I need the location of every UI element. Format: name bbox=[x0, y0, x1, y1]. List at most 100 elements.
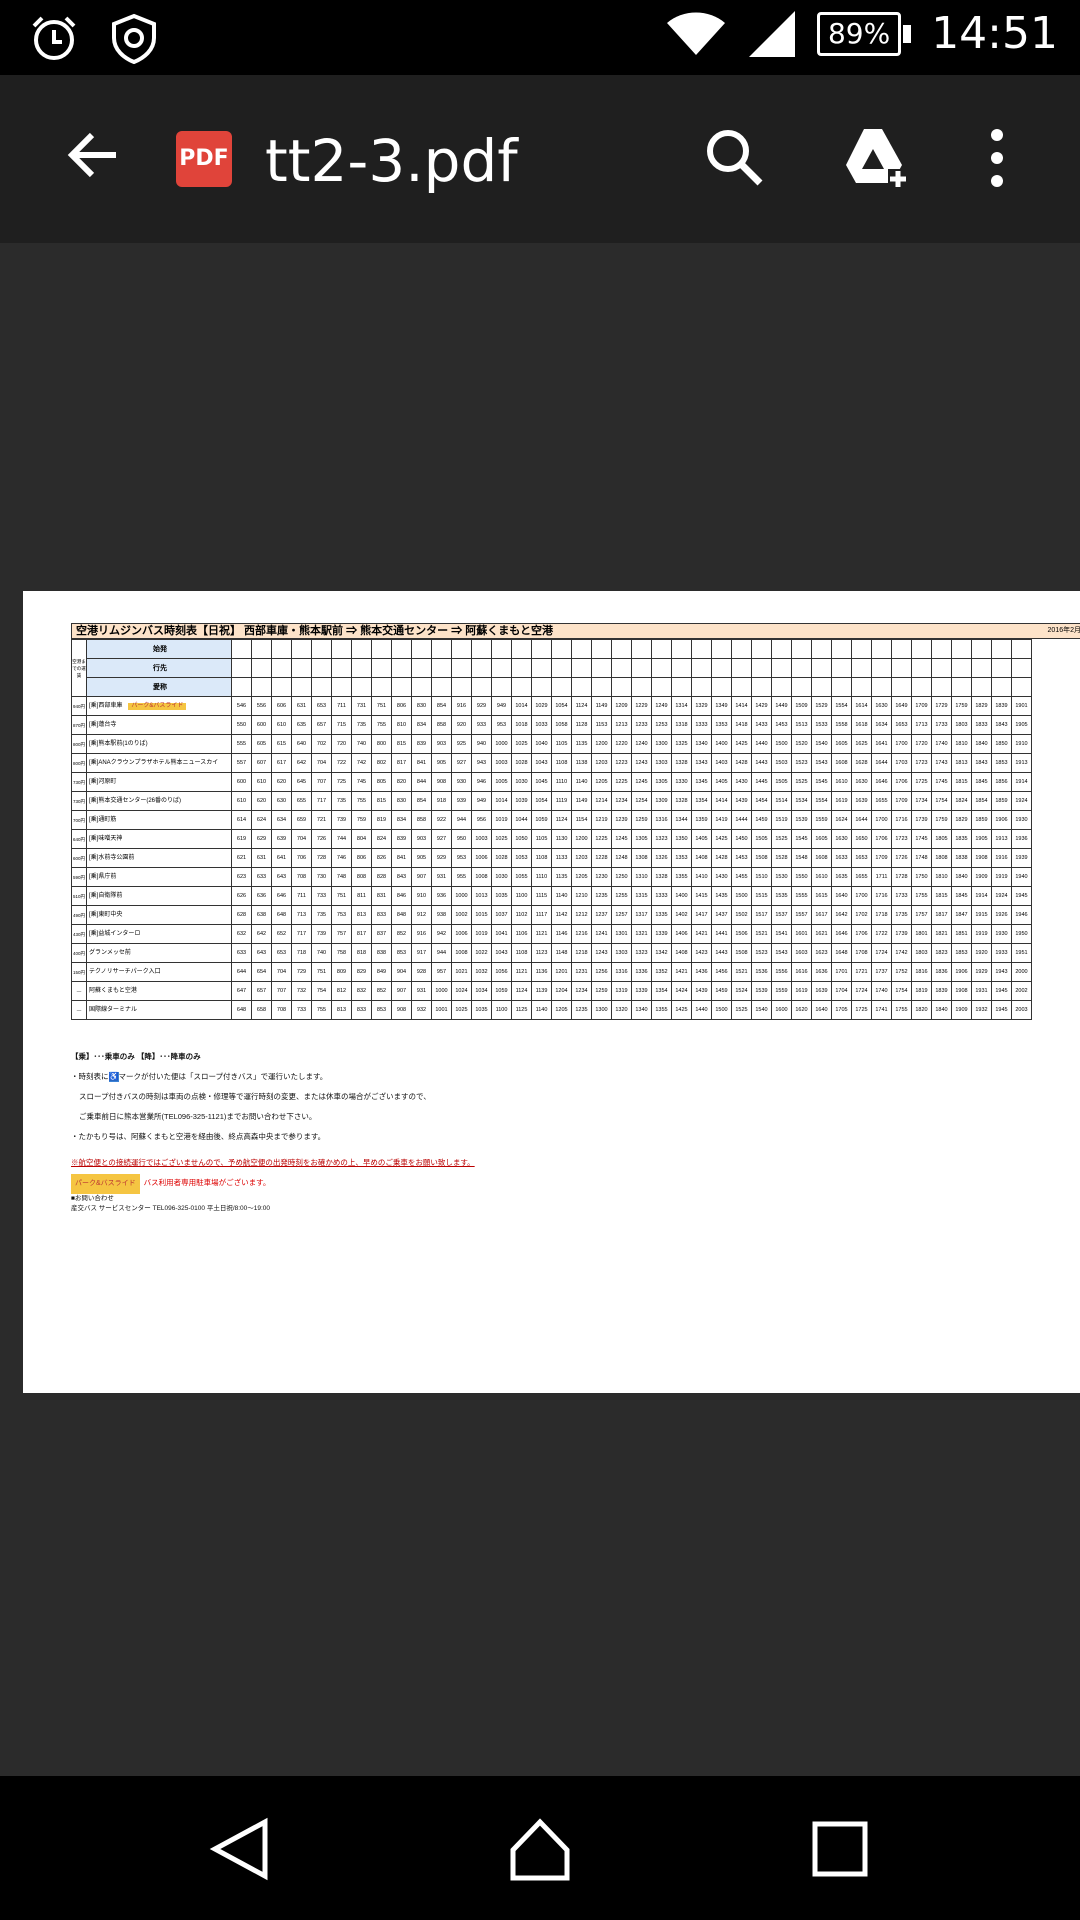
time-cell: 1318 bbox=[671, 715, 692, 735]
time-cell: 950 bbox=[451, 829, 472, 849]
time-cell: 1709 bbox=[871, 848, 892, 868]
time-cell: 1909 bbox=[971, 867, 992, 887]
time-cell: 1740 bbox=[871, 981, 892, 1001]
time-cell: 910 bbox=[411, 886, 432, 906]
time-cell: 1243 bbox=[591, 943, 612, 963]
time-cell: 655 bbox=[291, 791, 312, 811]
time-cell: 1508 bbox=[751, 848, 772, 868]
header-cell bbox=[331, 639, 352, 659]
search-icon[interactable] bbox=[700, 123, 770, 193]
recents-nav-icon[interactable] bbox=[805, 1814, 875, 1884]
time-cell: 1840 bbox=[931, 1000, 952, 1020]
time-cell: 1117 bbox=[531, 905, 552, 925]
header-cell bbox=[911, 658, 932, 678]
time-cell: 1919 bbox=[971, 924, 992, 944]
time-cell: 806 bbox=[391, 696, 412, 716]
time-cell: 740 bbox=[351, 734, 372, 754]
time-cell: 1257 bbox=[611, 905, 632, 925]
pdf-page[interactable]: 空港リムジンバス時刻表【日祝】 西部車庫・熊本駅前 ⇒ 熊本交通センター ⇒ 阿… bbox=[23, 591, 1080, 1393]
time-cell: 1509 bbox=[791, 696, 812, 716]
time-cell: 1701 bbox=[831, 962, 852, 982]
time-cell: 626 bbox=[231, 886, 252, 906]
time-cell: 1724 bbox=[871, 943, 892, 963]
time-cell: 733 bbox=[311, 886, 332, 906]
time-cell: 817 bbox=[391, 753, 412, 773]
header-cell bbox=[451, 677, 472, 697]
time-cell: 1545 bbox=[791, 829, 812, 849]
time-cell: 1000 bbox=[431, 981, 452, 1001]
stop-name: [乗]蓮台寺 bbox=[86, 715, 232, 735]
time-cell: 642 bbox=[251, 924, 272, 944]
time-cell: 1328 bbox=[671, 753, 692, 773]
time-cell: 830 bbox=[411, 696, 432, 716]
time-cell: 815 bbox=[371, 791, 392, 811]
time-cell: 1733 bbox=[931, 715, 952, 735]
time-cell: 1523 bbox=[751, 943, 772, 963]
time-cell: 1523 bbox=[791, 753, 812, 773]
time-cell: 1929 bbox=[971, 962, 992, 982]
time-cell: 1008 bbox=[471, 867, 492, 887]
time-cell: 853 bbox=[371, 1000, 392, 1020]
time-cell: 1815 bbox=[931, 886, 952, 906]
time-cell: 1525 bbox=[731, 1000, 752, 1020]
time-cell: 1329 bbox=[691, 696, 712, 716]
time-cell: 1702 bbox=[851, 905, 872, 925]
time-cell: 1028 bbox=[491, 848, 512, 868]
time-cell: 932 bbox=[411, 1000, 432, 1020]
time-cell: 802 bbox=[371, 753, 392, 773]
time-cell: 1743 bbox=[931, 753, 952, 773]
time-cell: 837 bbox=[371, 924, 392, 944]
time-cell: 1419 bbox=[711, 810, 732, 830]
header-cell bbox=[351, 658, 372, 678]
table-row: 150円 テクノリサーチパーク入口 644 654 704 729 751 809 829 849… bbox=[71, 962, 1032, 982]
drive-add-icon[interactable] bbox=[840, 123, 910, 193]
time-cell: 730 bbox=[311, 867, 332, 887]
time-cell: 748 bbox=[331, 867, 352, 887]
time-cell: 633 bbox=[231, 943, 252, 963]
header-cell bbox=[731, 677, 752, 697]
time-cell: 653 bbox=[271, 943, 292, 963]
home-nav-icon[interactable] bbox=[505, 1814, 575, 1884]
time-cell: 1524 bbox=[731, 981, 752, 1001]
time-cell: 1148 bbox=[551, 943, 572, 963]
fare-cell: 800円 bbox=[71, 734, 87, 754]
back-nav-icon[interactable] bbox=[205, 1814, 275, 1884]
shield-icon bbox=[112, 13, 156, 64]
time-cell: 631 bbox=[251, 848, 272, 868]
time-cell: 607 bbox=[251, 753, 272, 773]
time-cell: 1716 bbox=[871, 886, 892, 906]
time-cell: 1424 bbox=[671, 981, 692, 1001]
fare-cell: 730円 bbox=[71, 791, 87, 811]
time-cell: 1231 bbox=[571, 962, 592, 982]
time-cell: 1605 bbox=[831, 734, 852, 754]
header-cell bbox=[791, 658, 812, 678]
header-cell bbox=[551, 677, 572, 697]
time-cell: 744 bbox=[331, 829, 352, 849]
time-cell: 2003 bbox=[1011, 1000, 1032, 1020]
time-cell: 1059 bbox=[531, 810, 552, 830]
time-cell: 1829 bbox=[951, 810, 972, 830]
time-cell: 721 bbox=[311, 810, 332, 830]
time-cell: 1624 bbox=[831, 810, 852, 830]
time-cell: 1319 bbox=[611, 981, 632, 1001]
time-cell: 1140 bbox=[571, 772, 592, 792]
time-cell: 1102 bbox=[511, 905, 532, 925]
header-cell bbox=[291, 677, 312, 697]
more-options-icon[interactable] bbox=[962, 123, 1032, 193]
time-cell: 1508 bbox=[731, 943, 752, 963]
header-cell bbox=[371, 677, 392, 697]
time-cell: 706 bbox=[291, 848, 312, 868]
time-cell: 1644 bbox=[871, 753, 892, 773]
time-cell: 1728 bbox=[891, 867, 912, 887]
fare-cell: 490円 bbox=[71, 905, 87, 925]
header-cell bbox=[551, 658, 572, 678]
time-cell: 1300 bbox=[591, 1000, 612, 1020]
back-arrow-icon[interactable] bbox=[64, 125, 124, 185]
fare-cell: 510円 bbox=[71, 886, 87, 906]
time-cell: 1025 bbox=[511, 734, 532, 754]
time-cell: 628 bbox=[231, 905, 252, 925]
time-cell: 1239 bbox=[611, 810, 632, 830]
time-cell: 1539 bbox=[791, 810, 812, 830]
stop-name: [乗]西部車庫 パーク&バスライド bbox=[86, 696, 232, 716]
header-cell bbox=[491, 658, 512, 678]
